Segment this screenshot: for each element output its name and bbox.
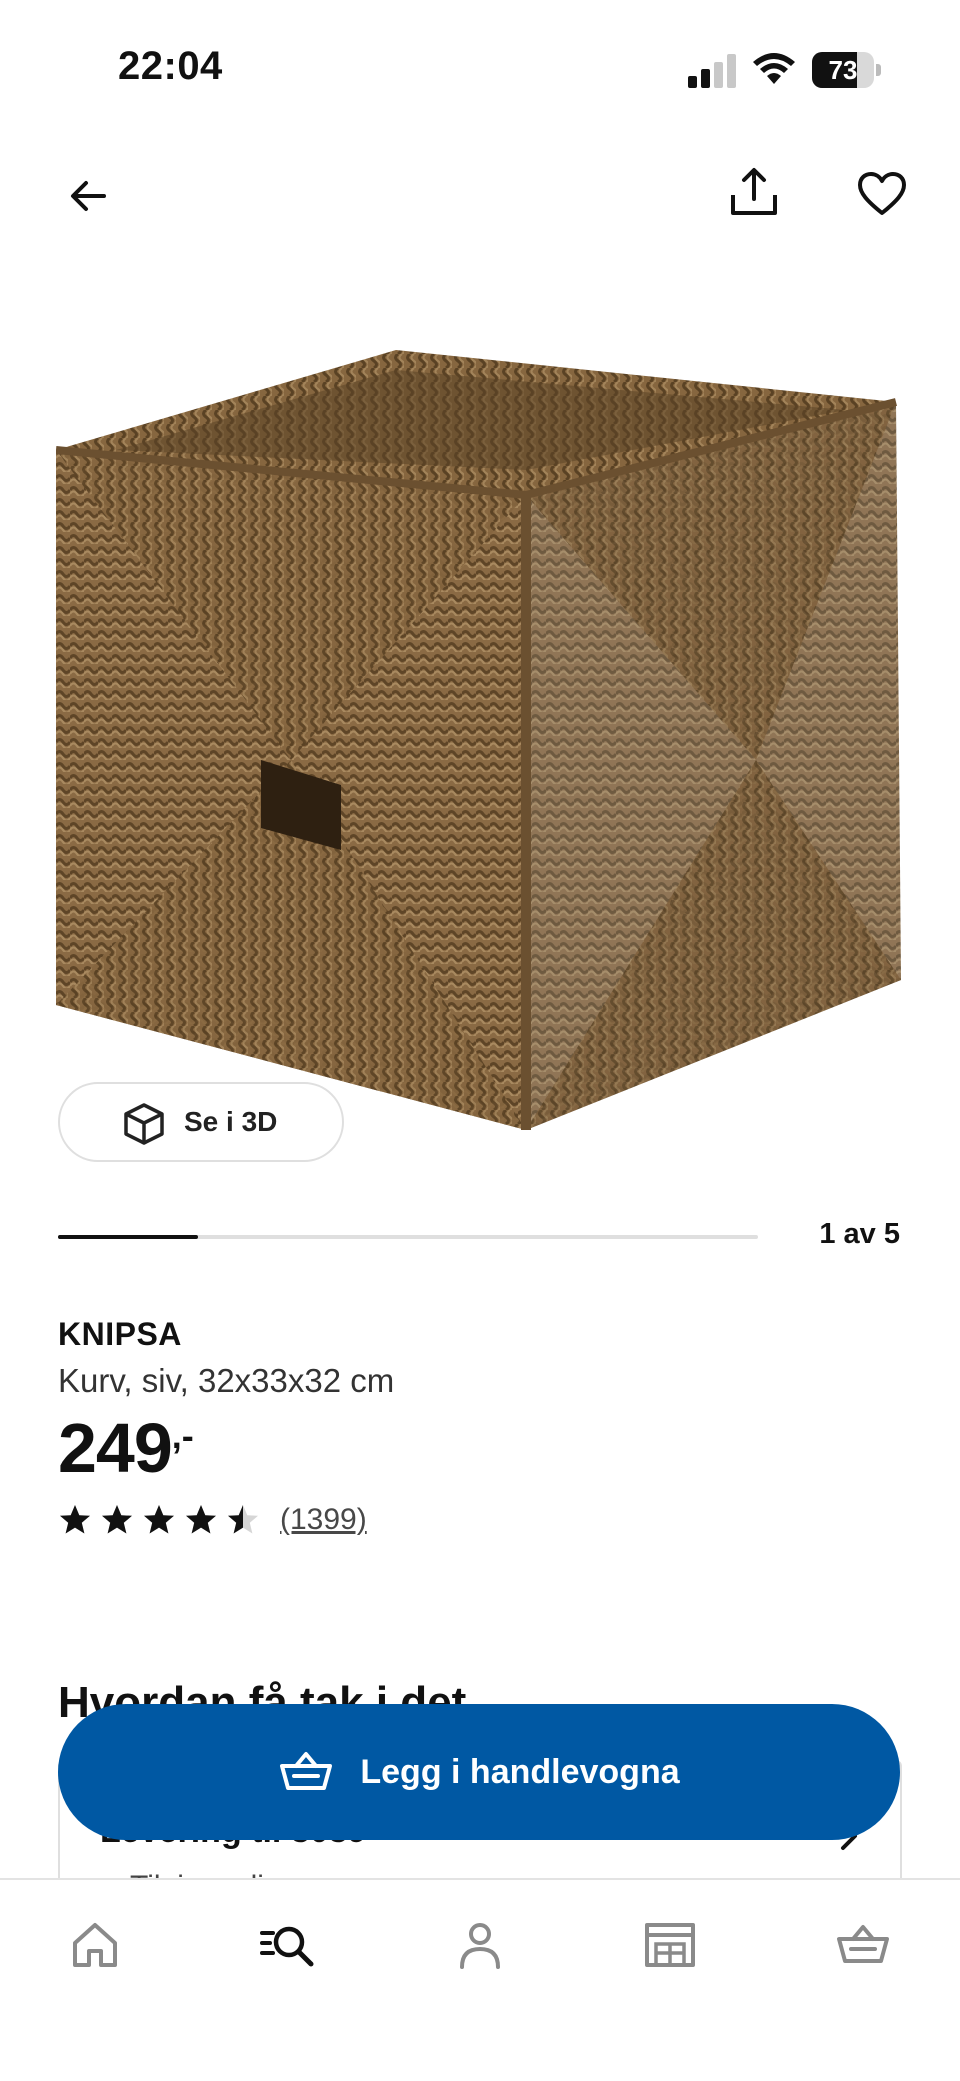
profile-icon: [460, 1923, 500, 1969]
tab-profile[interactable]: [435, 1910, 525, 1980]
product-image[interactable]: [56, 340, 906, 1140]
top-navigation: [0, 140, 960, 250]
star-half-icon: [228, 1505, 258, 1534]
product-price: 249 ,-: [58, 1410, 194, 1486]
price-value: 249: [58, 1409, 173, 1487]
tab-search[interactable]: [242, 1910, 332, 1980]
search-list-icon: [260, 1926, 314, 1967]
image-counter: 1 av 5: [819, 1218, 900, 1250]
status-time: 22:04: [118, 44, 223, 88]
store-icon: [645, 1923, 695, 1967]
cube-3d-icon: [124, 1103, 164, 1145]
carousel-track-fill: [58, 1235, 198, 1239]
battery-percent: 73: [828, 55, 858, 85]
view-3d-label: Se i 3D: [184, 1106, 278, 1137]
star-full-icon: [60, 1505, 90, 1534]
rating-stars: [58, 1503, 260, 1537]
arrow-left-icon: [71, 181, 106, 211]
review-count-link[interactable]: (1399): [280, 1503, 367, 1537]
basket-icon: [280, 1752, 333, 1790]
bottom-tab-bar: [0, 1878, 960, 2081]
product-description: Kurv, siv, 32x33x32 cm: [58, 1362, 395, 1399]
status-bar: 22:04 73: [0, 0, 960, 140]
tab-home[interactable]: [50, 1910, 140, 1980]
home-icon: [73, 1923, 117, 1967]
star-full-icon: [144, 1505, 174, 1534]
product-name: KNIPSA: [58, 1316, 182, 1352]
carousel-track: [58, 1235, 758, 1239]
view-3d-button[interactable]: Se i 3D: [58, 1082, 344, 1162]
share-button[interactable]: [718, 156, 790, 228]
star-full-icon: [102, 1505, 132, 1534]
product-rating[interactable]: (1399): [58, 1498, 367, 1542]
image-carousel-progress: 1 av 5: [58, 1210, 900, 1260]
battery-indicator: 73: [812, 52, 882, 88]
favourite-button[interactable]: [846, 158, 918, 230]
heart-icon: [858, 172, 906, 215]
tab-cart[interactable]: [818, 1910, 908, 1980]
cart-icon: [837, 1925, 889, 1963]
wifi-icon: [753, 53, 795, 84]
share-icon: [731, 168, 777, 215]
star-full-icon: [186, 1505, 216, 1534]
signal-icon: [688, 54, 736, 88]
add-to-cart-button[interactable]: Legg i handlevogna: [58, 1704, 900, 1840]
tab-stores[interactable]: [625, 1910, 715, 1980]
price-suffix: ,-: [171, 1415, 194, 1456]
add-to-cart-label: Legg i handlevogna: [360, 1752, 680, 1791]
back-button[interactable]: [52, 160, 124, 232]
